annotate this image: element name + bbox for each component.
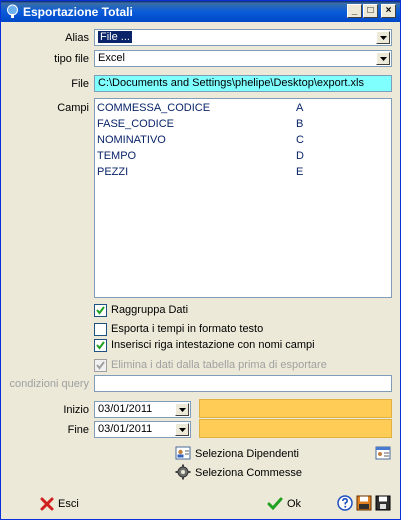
campi-list[interactable]: COMMESSA_CODICE A FASE_CODICE B NOMINATI…	[94, 98, 392, 298]
checkmark-icon	[96, 361, 105, 370]
list-item[interactable]: COMMESSA_CODICE A	[97, 102, 377, 116]
seleziona-dipendenti-button[interactable]: Seleziona Dipendenti	[195, 448, 299, 460]
elimina-label: Elimina i dati dalla tabella prima di es…	[111, 359, 327, 371]
app-icon	[7, 4, 18, 18]
close-x-icon	[40, 497, 54, 511]
chevron-down-icon	[380, 57, 387, 61]
field-column: D	[296, 150, 304, 162]
file-label: File	[71, 78, 89, 90]
seleziona-dipendenti-label: Seleziona Dipendenti	[195, 448, 299, 460]
esci-label: Esci	[58, 498, 79, 510]
minimize-button[interactable]: _	[347, 4, 362, 18]
employee-list-icon[interactable]	[375, 445, 391, 461]
fine-date-picker[interactable]: 03/01/2011	[94, 421, 191, 438]
list-item[interactable]: NOMINATIVO C	[97, 134, 377, 148]
inizio-highlight-field	[199, 399, 392, 418]
window-title: Esportazione Totali	[23, 5, 133, 19]
inizio-label: Inizio	[63, 404, 89, 416]
fine-highlight-field	[199, 419, 392, 438]
field-name: NOMINATIVO	[97, 134, 166, 146]
raggruppa-label[interactable]: Raggruppa Dati	[111, 304, 188, 316]
file-path-field[interactable]: C:\Documents and Settings\phelipe\Deskto…	[94, 75, 392, 92]
close-glyph: ×	[385, 5, 392, 16]
field-name: PEZZI	[97, 166, 129, 178]
list-item[interactable]: PEZZI E	[97, 166, 377, 180]
inizio-value: 03/01/2011	[98, 403, 153, 415]
alias-label: Alias	[65, 32, 89, 44]
esporta-tempi-label[interactable]: Esporta i tempi in formato testo	[111, 323, 263, 335]
tipo-file-value: Excel	[98, 52, 125, 64]
alias-dropdown-button[interactable]	[376, 31, 390, 44]
employee-card-icon	[175, 446, 191, 460]
save-as-icon[interactable]	[356, 495, 372, 511]
field-name: TEMPO	[97, 150, 137, 162]
field-column: E	[296, 166, 304, 178]
close-button[interactable]: ×	[381, 4, 396, 18]
raggruppa-checkbox[interactable]	[94, 304, 107, 317]
chevron-down-icon	[380, 36, 387, 40]
alias-value: File ...	[98, 31, 132, 43]
maximize-glyph: □	[367, 5, 374, 16]
field-name: COMMESSA_CODICE	[97, 102, 211, 114]
esci-button[interactable]: Esci	[58, 498, 79, 510]
field-column: A	[296, 102, 304, 114]
inserisci-riga-label[interactable]: Inserisci riga intestazione con nomi cam…	[111, 339, 315, 351]
chevron-down-icon	[179, 428, 186, 432]
inizio-dropdown-button[interactable]	[175, 403, 189, 416]
field-name: FASE_CODICE	[97, 118, 175, 130]
inserisci-riga-checkbox[interactable]	[94, 339, 107, 352]
fine-value: 03/01/2011	[98, 423, 153, 435]
fine-dropdown-button[interactable]	[175, 423, 189, 436]
fine-label: Fine	[67, 424, 89, 436]
inizio-date-picker[interactable]: 03/01/2011	[94, 401, 191, 418]
checkmark-icon	[96, 306, 105, 315]
campi-label: Campi	[57, 102, 89, 114]
maximize-button[interactable]: □	[363, 4, 378, 18]
minimize-glyph: _	[351, 5, 358, 16]
list-item[interactable]: TEMPO D	[97, 150, 377, 164]
alias-select[interactable]: File ...	[94, 29, 392, 46]
file-path-value: C:\Documents and Settings\phelipe\Deskto…	[98, 77, 364, 89]
tipo-file-dropdown-button[interactable]	[376, 52, 390, 65]
ok-button[interactable]: Ok	[287, 498, 301, 510]
tipo-file-select[interactable]: Excel	[94, 50, 392, 67]
chevron-down-icon	[179, 408, 186, 412]
title-bar[interactable]: Esportazione Totali _ □ ×	[1, 1, 400, 22]
esporta-tempi-checkbox[interactable]	[94, 323, 107, 336]
checkmark-icon	[96, 341, 105, 350]
ok-label: Ok	[287, 498, 302, 510]
gear-icon	[175, 464, 191, 480]
seleziona-commesse-button[interactable]: Seleziona Commesse	[195, 467, 302, 479]
tipo-file-label: tipo file	[54, 53, 89, 65]
seleziona-commesse-label: Seleziona Commesse	[195, 467, 302, 479]
elimina-checkbox	[94, 359, 107, 372]
checkmark-icon	[267, 497, 283, 511]
condizioni-query-input[interactable]	[94, 375, 392, 392]
help-icon[interactable]	[337, 495, 353, 511]
field-column: B	[296, 118, 304, 130]
save-icon[interactable]	[375, 495, 391, 511]
condizioni-query-label: condizioni query	[9, 378, 90, 390]
field-column: C	[296, 134, 304, 146]
export-dialog: Esportazione Totali _ □ × Alias File ...…	[0, 0, 401, 520]
list-item[interactable]: FASE_CODICE B	[97, 118, 377, 132]
